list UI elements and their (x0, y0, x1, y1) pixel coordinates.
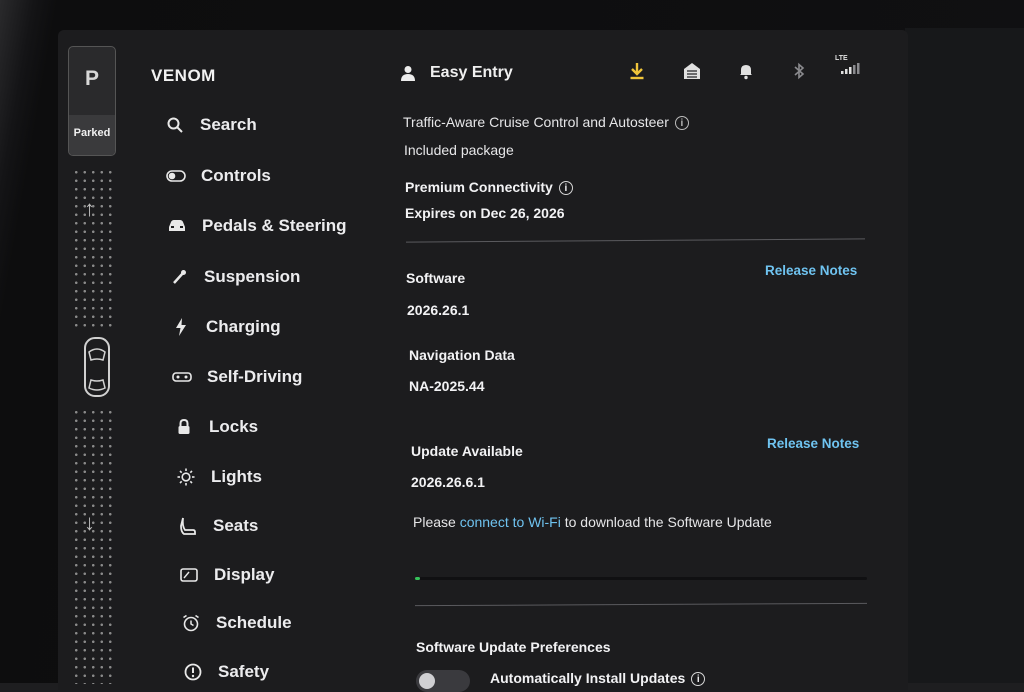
lock-icon (173, 418, 195, 436)
sidebar-item-seats[interactable]: Seats (177, 516, 258, 536)
lte-label: LTE (835, 55, 848, 62)
driver-profile[interactable]: Easy Entry (400, 64, 513, 82)
package-title-row: Traffic-Aware Cruise Control and Autoste… (403, 114, 689, 131)
seat-icon (177, 517, 199, 535)
sidebar-item-label: Lights (211, 467, 262, 486)
sidebar-item-label: Safety (218, 662, 270, 681)
sidebar-item-display[interactable]: Display (178, 565, 274, 585)
download-progress-bar (415, 577, 867, 580)
update-version: 2026.26.6.1 (411, 474, 485, 490)
info-icon[interactable]: i (674, 116, 689, 131)
software-version: 2026.26.1 (407, 302, 470, 318)
sidebar-item-label: Self-Driving (207, 367, 303, 386)
bluetooth-icon[interactable] (793, 62, 805, 80)
gear-dots-bottom (72, 408, 112, 684)
toggle-knob (419, 673, 435, 689)
sidebar-item-label: Search (200, 115, 257, 134)
wrench-icon (168, 268, 190, 286)
search-icon (164, 116, 186, 134)
gear-state-bg: Parked (69, 115, 115, 155)
sidebar-item-search[interactable]: Search (164, 115, 257, 135)
sidebar-item-label: Locks (209, 417, 259, 436)
nav-data-label: Navigation Data (409, 347, 515, 363)
connectivity-title-row: Premium Connectivity i (405, 179, 573, 196)
sidebar-item-label: Display (214, 565, 275, 584)
sidebar-item-suspension[interactable]: Suspension (168, 267, 300, 287)
vehicle-name: VENOM (151, 66, 216, 85)
sidebar-item-schedule[interactable]: Schedule (180, 613, 292, 633)
sidebar-item-charging[interactable]: Charging (170, 317, 281, 337)
sidebar-item-pedals-steering[interactable]: Pedals & Steering (166, 216, 347, 236)
nav-data-version: NA-2025.44 (409, 378, 485, 394)
sidebar-item-label: Controls (201, 166, 271, 185)
wifi-suffix: to download the Software Update (560, 514, 772, 530)
auto-install-row: Automatically Install Updates i (490, 670, 706, 687)
alarm-clock-icon (180, 614, 202, 632)
download-progress-fill (415, 577, 420, 580)
update-label: Update Available (411, 443, 523, 459)
wifi-message: Please connect to Wi-Fi to download the … (413, 514, 772, 530)
sidebar-item-locks[interactable]: Locks (173, 417, 258, 437)
car-topview-icon (84, 337, 110, 397)
shift-up-arrow-icon[interactable]: ↑ (84, 196, 95, 222)
bezel-edge (905, 28, 1024, 683)
gear-indicator[interactable]: P Parked (68, 46, 116, 156)
lte-signal-icon: LTE (835, 55, 863, 77)
connectivity-title: Premium Connectivity (405, 179, 553, 195)
sidebar-item-label: Seats (213, 516, 259, 535)
auto-install-toggle[interactable] (416, 670, 470, 692)
garage-icon[interactable] (683, 62, 701, 80)
bolt-icon (170, 318, 192, 336)
car-icon (166, 217, 188, 235)
auto-install-label: Automatically Install Updates (490, 670, 686, 686)
info-icon[interactable]: i (691, 672, 706, 687)
gear-state: Parked (73, 127, 111, 139)
bell-icon[interactable] (738, 62, 754, 80)
sidebar-item-safety[interactable]: Safety (182, 662, 269, 682)
sidebar-item-label: Pedals & Steering (202, 216, 347, 235)
toggle-icon (165, 167, 187, 185)
sun-icon (175, 468, 197, 486)
safety-icon (182, 663, 204, 681)
sidebar-item-self-driving[interactable]: Self-Driving (171, 367, 302, 387)
sidebar-item-label: Charging (206, 317, 281, 336)
prefs-title: Software Update Preferences (416, 639, 611, 655)
gear-selector[interactable]: P Parked ↑ ↓ (64, 44, 120, 684)
sidebar-item-lights[interactable]: Lights (175, 467, 262, 487)
release-notes-link[interactable]: Release Notes (767, 436, 859, 451)
gear-letter: P (84, 67, 99, 90)
connectivity-expiry: Expires on Dec 26, 2026 (405, 205, 565, 221)
package-title: Traffic-Aware Cruise Control and Autoste… (403, 114, 669, 130)
gear-dots-top (72, 168, 112, 328)
download-icon[interactable] (629, 62, 645, 80)
wifi-prefix: Please (413, 514, 460, 530)
profile-label: Easy Entry (430, 64, 513, 81)
display-icon (178, 566, 200, 584)
software-label: Software (406, 270, 466, 286)
connect-wifi-link[interactable]: connect to Wi-Fi (460, 514, 561, 530)
package-status: Included package (404, 142, 514, 158)
person-icon (400, 65, 416, 81)
sidebar-item-label: Schedule (216, 613, 292, 632)
info-icon[interactable]: i (558, 181, 573, 196)
sidebar-item-controls[interactable]: Controls (165, 166, 271, 186)
shift-down-arrow-icon[interactable]: ↓ (84, 510, 95, 536)
release-notes-link[interactable]: Release Notes (765, 263, 857, 278)
sidebar-item-label: Suspension (204, 267, 301, 286)
steering-wheel-icon (171, 368, 193, 386)
